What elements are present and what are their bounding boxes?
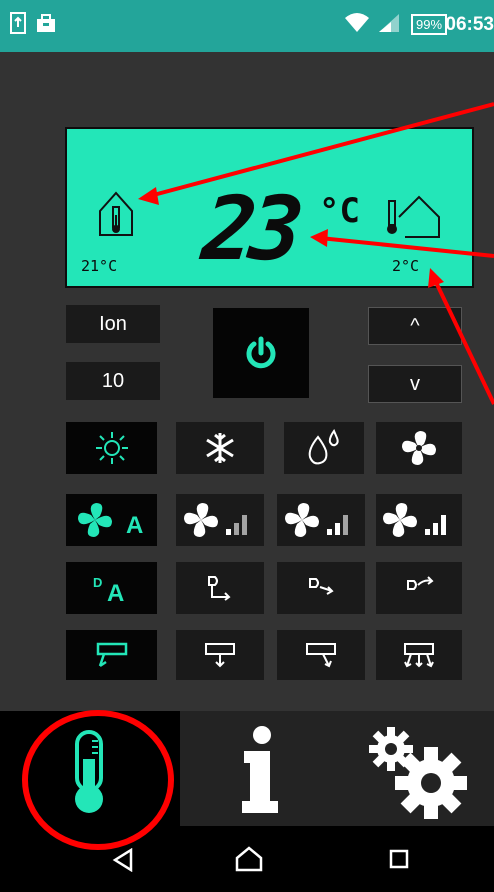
outdoor-house-icon (387, 195, 440, 238)
mode-heat-button[interactable] (66, 422, 157, 474)
tab-bar (0, 711, 494, 826)
info-icon (242, 726, 278, 813)
clock: 06:53 (445, 14, 494, 35)
flap-down-button[interactable] (176, 562, 264, 614)
fan-auto-button[interactable]: A (66, 494, 157, 546)
flap-vertical-auto-button[interactable]: D A (66, 562, 157, 614)
fan-mid-icon (285, 503, 348, 537)
flap-up-icon (407, 576, 434, 590)
thermometer-icon (75, 730, 103, 813)
louver-wide-icon (404, 643, 434, 668)
flap-mid-icon (309, 578, 334, 595)
power-icon (246, 336, 276, 369)
temp-up-button[interactable]: ^ (368, 307, 462, 345)
fan-speed-low-button[interactable] (176, 494, 264, 546)
fan-speed-high-button[interactable] (376, 494, 462, 546)
flap-down-icon (208, 576, 231, 601)
down-label: v (410, 372, 420, 395)
app-screen: 99% 06:53 21°C 23 °C 2°C Ion 10 ^ v A D … (0, 0, 494, 892)
back-icon[interactable] (112, 848, 134, 872)
indoor-temp: 21°C (81, 257, 118, 275)
fan-icon (402, 431, 436, 465)
ion-label: Ion (99, 312, 127, 335)
indoor-house-icon (99, 191, 133, 236)
tab-info[interactable] (180, 711, 337, 826)
power-button[interactable] (213, 308, 309, 398)
droplets-icon (308, 429, 339, 465)
sun-icon (95, 432, 128, 464)
wifi-icon (345, 13, 369, 32)
tab-settings[interactable] (337, 711, 494, 826)
timer-value: 10 (101, 369, 125, 392)
set-temperature: 23 (197, 177, 303, 280)
louver-right-icon (306, 643, 336, 668)
fan-high-icon (383, 503, 446, 537)
snowflake-icon (206, 433, 234, 463)
timer-button[interactable]: 10 (66, 362, 160, 400)
tab-climate[interactable] (0, 711, 180, 826)
temperature-unit: °C (319, 191, 360, 231)
recent-icon[interactable] (389, 849, 409, 869)
settings-icon (369, 727, 467, 819)
mode-fan-button[interactable] (376, 422, 462, 474)
louver-wide-button[interactable] (376, 630, 462, 680)
svg-text:A: A (107, 580, 124, 603)
louver-down-icon (205, 643, 235, 668)
home-icon[interactable] (234, 846, 264, 872)
svg-text:A: A (126, 512, 143, 539)
fan-speed-mid-button[interactable] (277, 494, 365, 546)
signal-icon (379, 14, 399, 32)
louver-swing-icon (96, 642, 127, 668)
status-bar: 99% 06:53 (0, 0, 494, 52)
louver-right-button[interactable] (277, 630, 365, 680)
flap-mid-button[interactable] (277, 562, 365, 614)
ion-button[interactable]: Ion (66, 305, 160, 343)
temp-down-button[interactable]: v (368, 365, 462, 403)
lcd-display: 21°C 23 °C 2°C (65, 127, 474, 288)
fan-auto-icon: A (77, 503, 143, 539)
battery-indicator: 99% (411, 14, 448, 35)
flap-up-button[interactable] (376, 562, 462, 614)
outdoor-temp: 2°C (392, 257, 420, 275)
louver-down-button[interactable] (176, 630, 264, 680)
flap-auto-icon: D A (93, 575, 124, 603)
bag-icon (37, 14, 55, 32)
sim-icon (10, 12, 26, 34)
fan-low-icon (184, 503, 247, 537)
svg-text:D: D (93, 575, 102, 590)
mode-dry-button[interactable] (284, 422, 364, 474)
louver-auto-button[interactable] (66, 630, 157, 680)
mode-cool-button[interactable] (176, 422, 264, 474)
system-nav-bar (0, 826, 494, 892)
up-label: ^ (410, 314, 420, 337)
